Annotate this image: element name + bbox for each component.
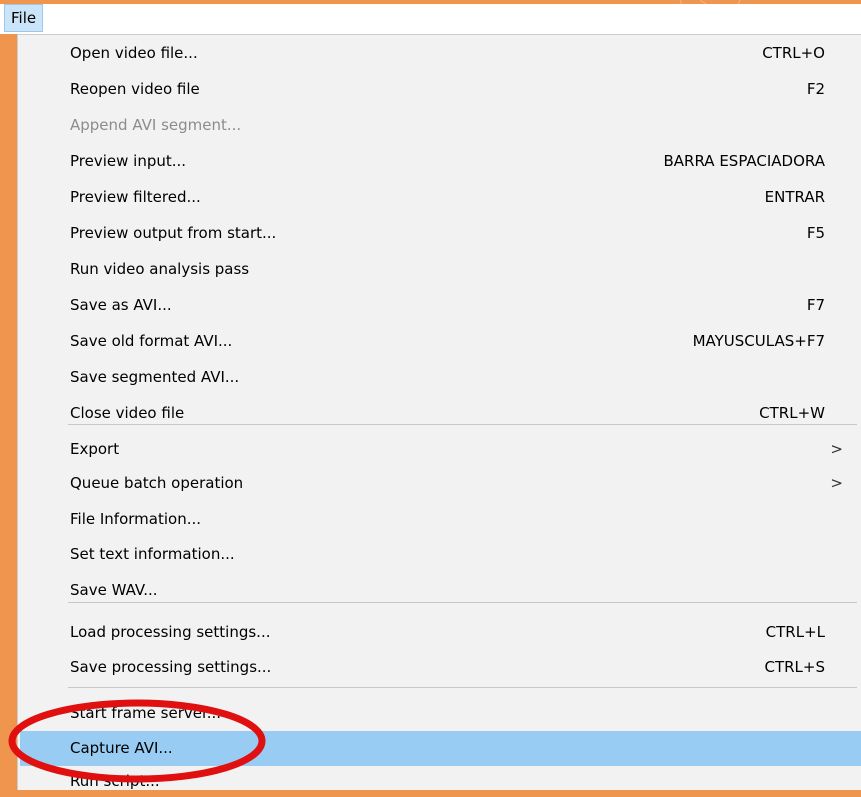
menu-item-shortcut: F2	[806, 80, 825, 98]
menu-item-shortcut: MAYUSCULAS+F7	[692, 332, 825, 350]
menu-separator	[68, 602, 857, 603]
menu-item-label: Save old format AVI...	[70, 332, 233, 350]
file-menu[interactable]: File	[4, 4, 44, 32]
menu-item-start-frame-server[interactable]: Start frame server...	[20, 698, 861, 729]
menu-item-export[interactable]: Export >	[20, 434, 861, 465]
menu-item-save-old-format-avi[interactable]: Save old format AVI... MAYUSCULAS+F7	[20, 326, 861, 357]
menu-item-label: Start frame server...	[70, 704, 222, 722]
menu-item-label: Append AVI segment...	[70, 116, 242, 134]
menu-item-label: Queue batch operation	[70, 474, 244, 492]
menu-item-shortcut: ENTRAR	[764, 188, 825, 206]
menu-separator	[68, 687, 857, 688]
menu-item-save-segmented-avi[interactable]: Save segmented AVI...	[20, 362, 861, 393]
menu-item-open-video-file[interactable]: Open video file... CTRL+O	[20, 38, 861, 69]
menu-item-label: Preview input...	[70, 152, 187, 170]
chevron-right-icon: >	[830, 440, 843, 458]
menu-item-shortcut: CTRL+O	[762, 44, 825, 62]
menu-item-append-avi-segment: Append AVI segment...	[20, 110, 861, 141]
menu-item-reopen-video-file[interactable]: Reopen video file F2	[20, 74, 861, 105]
menu-item-label: Reopen video file	[70, 80, 200, 98]
menu-item-label: Set text information...	[70, 545, 235, 563]
menu-item-shortcut: CTRL+S	[764, 658, 825, 676]
menu-item-label: Export	[70, 440, 120, 458]
menu-item-label: Save as AVI...	[70, 296, 172, 314]
menu-item-label: Preview output from start...	[70, 224, 277, 242]
menu-item-queue-batch-operation[interactable]: Queue batch operation >	[20, 468, 861, 499]
menu-item-save-processing-settings[interactable]: Save processing settings... CTRL+S	[20, 652, 861, 683]
menu-item-save-as-avi[interactable]: Save as AVI... F7	[20, 290, 861, 321]
menu-item-shortcut: CTRL+L	[765, 623, 825, 641]
menu-item-run-script[interactable]: Run script...	[20, 766, 861, 797]
menu-item-label: Save segmented AVI...	[70, 368, 240, 386]
menu-item-label: Run video analysis pass	[70, 260, 250, 278]
menu-item-label: Capture AVI...	[70, 739, 173, 757]
menu-item-label: Load processing settings...	[70, 623, 271, 641]
menu-item-label: Preview filtered...	[70, 188, 201, 206]
menu-item-preview-filtered[interactable]: Preview filtered... ENTRAR	[20, 182, 861, 213]
menu-item-preview-input[interactable]: Preview input... BARRA ESPACIADORA	[20, 146, 861, 177]
menu-item-label: File Information...	[70, 510, 202, 528]
menu-item-shortcut: BARRA ESPACIADORA	[663, 152, 826, 170]
menu-item-set-text-information[interactable]: Set text information...	[20, 539, 861, 570]
menu-item-label: Run script...	[70, 772, 160, 790]
menu-item-run-video-analysis-pass[interactable]: Run video analysis pass	[20, 254, 861, 285]
menu-bar: File	[0, 4, 861, 34]
file-dropdown-menu: Open video file... CTRL+O Reopen video f…	[17, 34, 861, 790]
menu-item-shortcut: F5	[806, 224, 825, 242]
menu-item-load-processing-settings[interactable]: Load processing settings... CTRL+L	[20, 617, 861, 648]
menu-separator	[68, 424, 857, 425]
menu-item-file-information[interactable]: File Information...	[20, 504, 861, 535]
menu-item-capture-avi[interactable]: Capture AVI...	[20, 731, 861, 766]
chevron-right-icon: >	[830, 474, 843, 492]
menu-item-label: Open video file...	[70, 44, 198, 62]
menu-item-label: Save processing settings...	[70, 658, 272, 676]
menu-item-shortcut: F7	[806, 296, 825, 314]
menu-item-preview-output-from-start[interactable]: Preview output from start... F5	[20, 218, 861, 249]
